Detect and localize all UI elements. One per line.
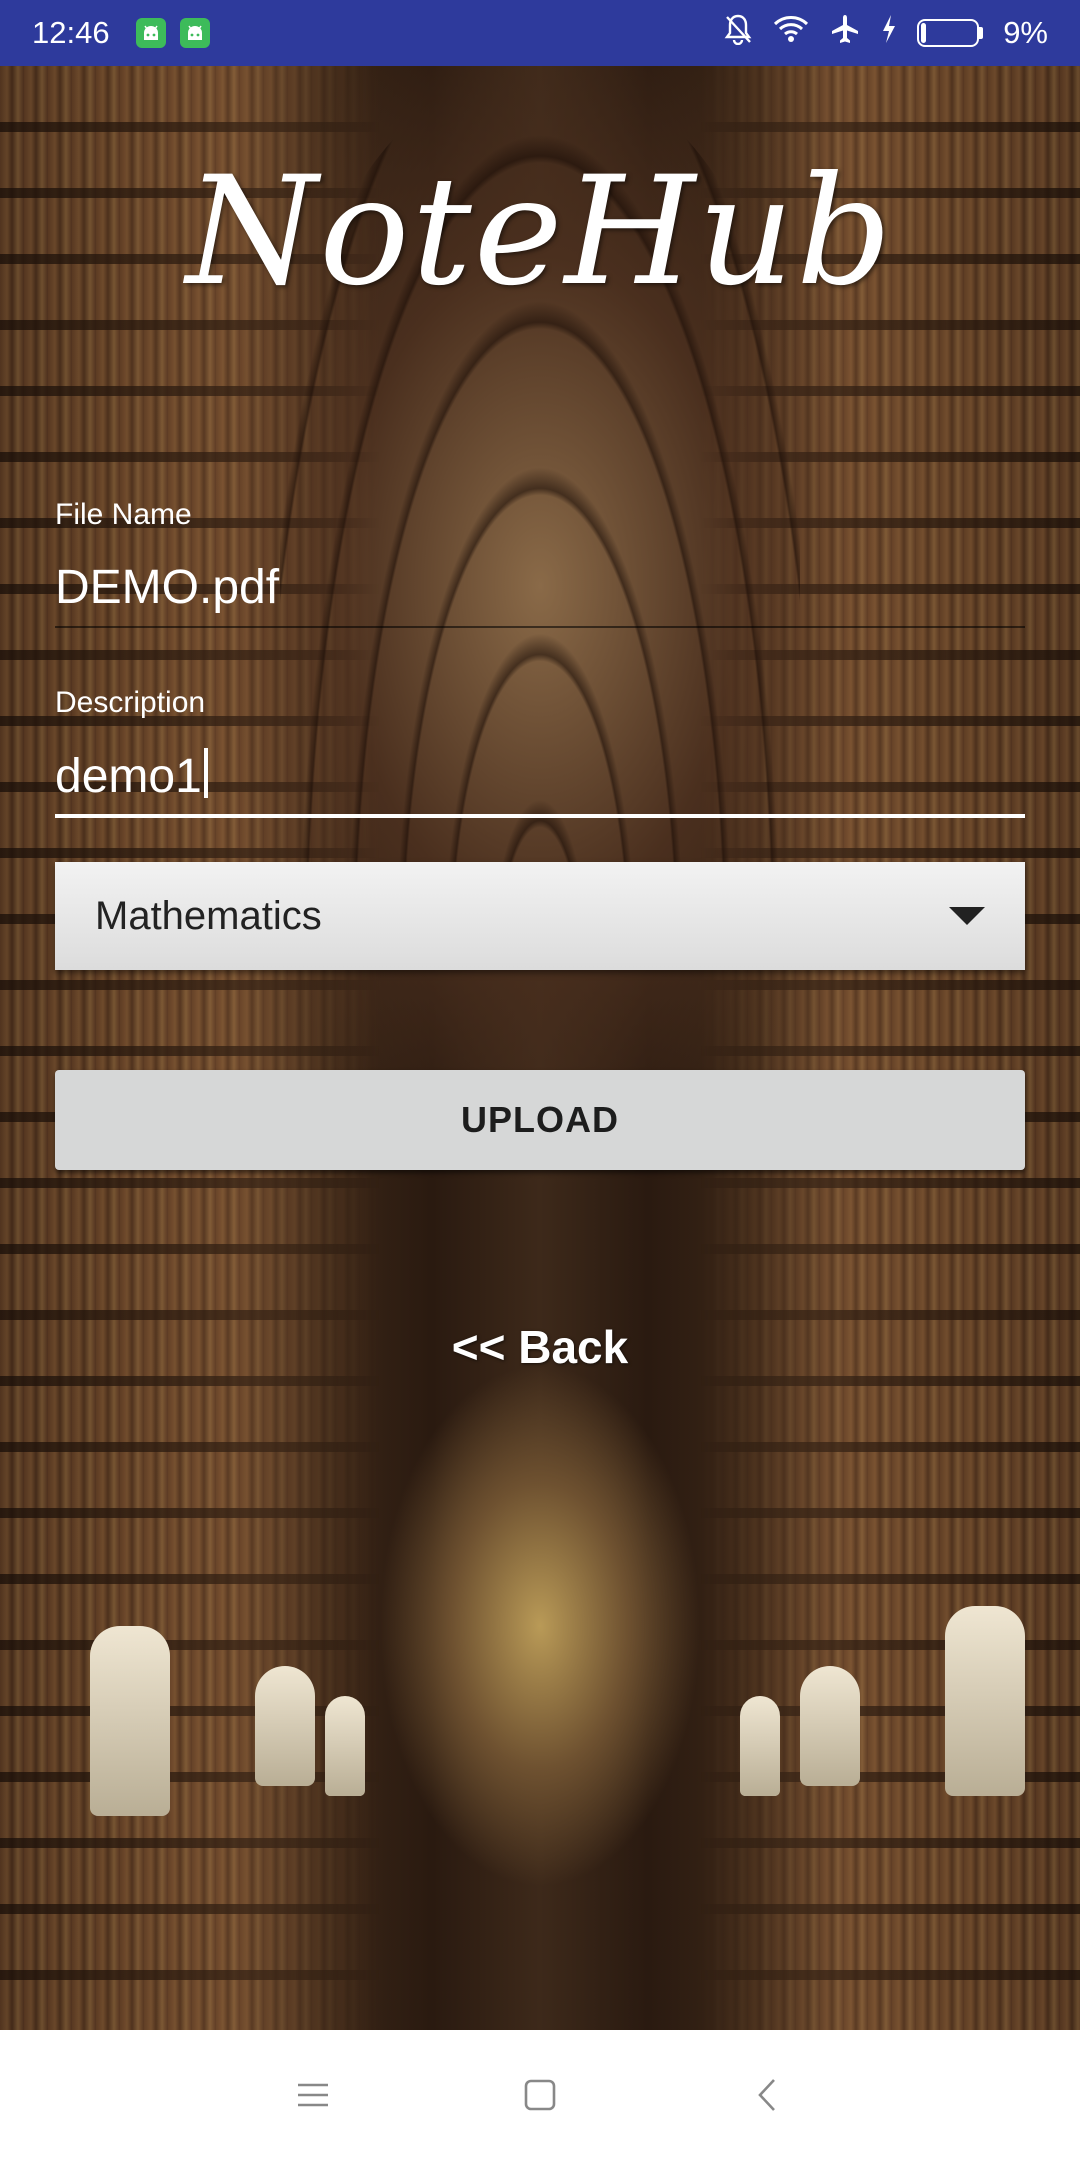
description-value: demo1 xyxy=(55,750,202,803)
bust-statue xyxy=(90,1626,170,1816)
description-underline xyxy=(55,814,1025,818)
android-notification-icon xyxy=(179,18,210,48)
library-background-image xyxy=(0,66,1080,2030)
subject-dropdown[interactable]: Mathematics xyxy=(55,862,1025,970)
bust-statue xyxy=(255,1666,315,1786)
home-icon[interactable] xyxy=(510,2065,570,2125)
text-cursor xyxy=(203,748,208,798)
subject-selected-value: Mathematics xyxy=(95,893,322,938)
description-field[interactable]: demo1 xyxy=(55,748,1025,818)
bust-statue xyxy=(740,1696,780,1796)
status-right: 9% xyxy=(723,13,1048,53)
description-label: Description xyxy=(55,686,206,719)
battery-percent: 9% xyxy=(1003,15,1048,50)
battery-level xyxy=(921,23,927,43)
airplane-icon xyxy=(829,13,861,53)
wifi-icon xyxy=(773,15,809,51)
upload-button[interactable]: UPLOAD xyxy=(55,1070,1025,1170)
status-left: 12:46 xyxy=(32,15,210,51)
bust-statue xyxy=(945,1606,1025,1796)
battery-icon xyxy=(917,19,984,47)
mute-bell-icon xyxy=(723,13,753,53)
menu-icon[interactable] xyxy=(283,2065,343,2125)
bust-statue xyxy=(325,1696,365,1796)
app-logo: NoteHub xyxy=(185,145,895,319)
status-bar: 12:46 9% xyxy=(0,0,1080,66)
system-navigation-bar xyxy=(0,2030,1080,2160)
status-time: 12:46 xyxy=(32,15,110,50)
file-name-underline xyxy=(55,626,1025,628)
bust-statue xyxy=(800,1666,860,1786)
charging-icon xyxy=(881,14,897,52)
dropdown-arrow-icon xyxy=(949,907,985,925)
android-notification-icon xyxy=(135,18,166,48)
file-name-label: File Name xyxy=(55,498,192,531)
back-icon[interactable] xyxy=(737,2065,797,2125)
file-name-field[interactable]: DEMO.pdf xyxy=(55,560,1025,629)
back-link[interactable]: << Back xyxy=(0,1320,1080,1374)
